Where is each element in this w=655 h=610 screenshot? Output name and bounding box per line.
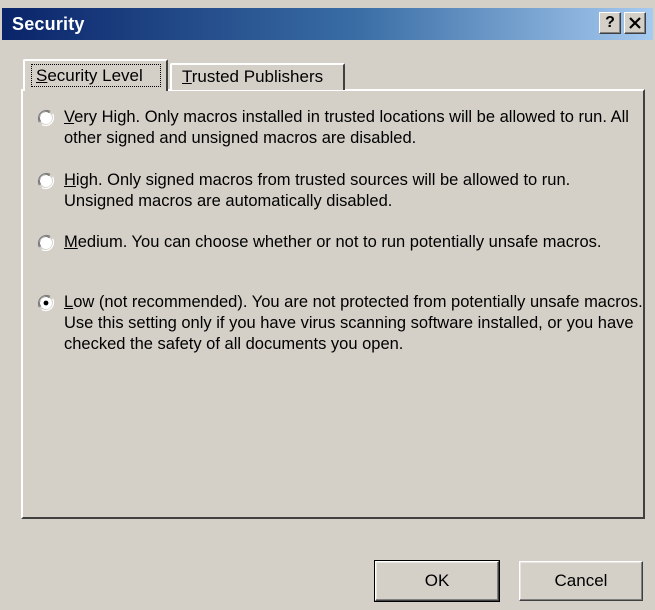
close-icon xyxy=(629,17,641,29)
option-text: ow (not recommended). You are not protec… xyxy=(64,293,643,353)
option-mnemonic: L xyxy=(64,293,74,311)
radio-selected-dot xyxy=(43,300,49,306)
help-button[interactable]: ? xyxy=(599,12,621,34)
tab-mnemonic: T xyxy=(182,67,192,86)
title-bar[interactable]: Security ? xyxy=(2,8,653,40)
radio-medium[interactable] xyxy=(37,234,55,252)
option-text: igh. Only signed macros from trusted sou… xyxy=(64,171,571,210)
option-text: edium. You can choose whether or not to … xyxy=(77,233,602,251)
question-mark-icon: ? xyxy=(605,14,615,31)
ok-button[interactable]: OK xyxy=(374,560,500,602)
radio-low[interactable] xyxy=(37,294,55,312)
option-text: ery High. Only macros installed in trust… xyxy=(64,108,629,147)
option-mnemonic: V xyxy=(64,108,75,126)
option-mnemonic: M xyxy=(64,233,78,251)
option-high-label: High. Only signed macros from trusted so… xyxy=(64,170,644,212)
radio-high[interactable] xyxy=(37,172,55,190)
tab-focus-rect: Security Level xyxy=(31,64,161,87)
tab-security-level[interactable]: Security Level xyxy=(23,59,168,91)
tab-mnemonic: S xyxy=(36,66,48,85)
tab-trusted-publishers[interactable]: Trusted Publishers xyxy=(170,63,345,90)
dialog-title: Security xyxy=(12,14,85,34)
radio-very-high[interactable] xyxy=(37,109,55,127)
option-medium-label: Medium. You can choose whether or not to… xyxy=(64,232,644,253)
option-mnemonic: H xyxy=(64,171,76,189)
cancel-button[interactable]: Cancel xyxy=(519,561,643,601)
option-low-label: Low (not recommended). You are not prote… xyxy=(64,292,644,355)
security-dialog: Security ? Security Level Trusted Publis… xyxy=(0,0,655,610)
option-very-high-label: Very High. Only macros installed in trus… xyxy=(64,107,644,149)
close-button[interactable] xyxy=(624,12,646,34)
tab-label-rest: ecurity Level xyxy=(47,66,143,85)
tab-label-rest: rusted Publishers xyxy=(191,67,324,86)
